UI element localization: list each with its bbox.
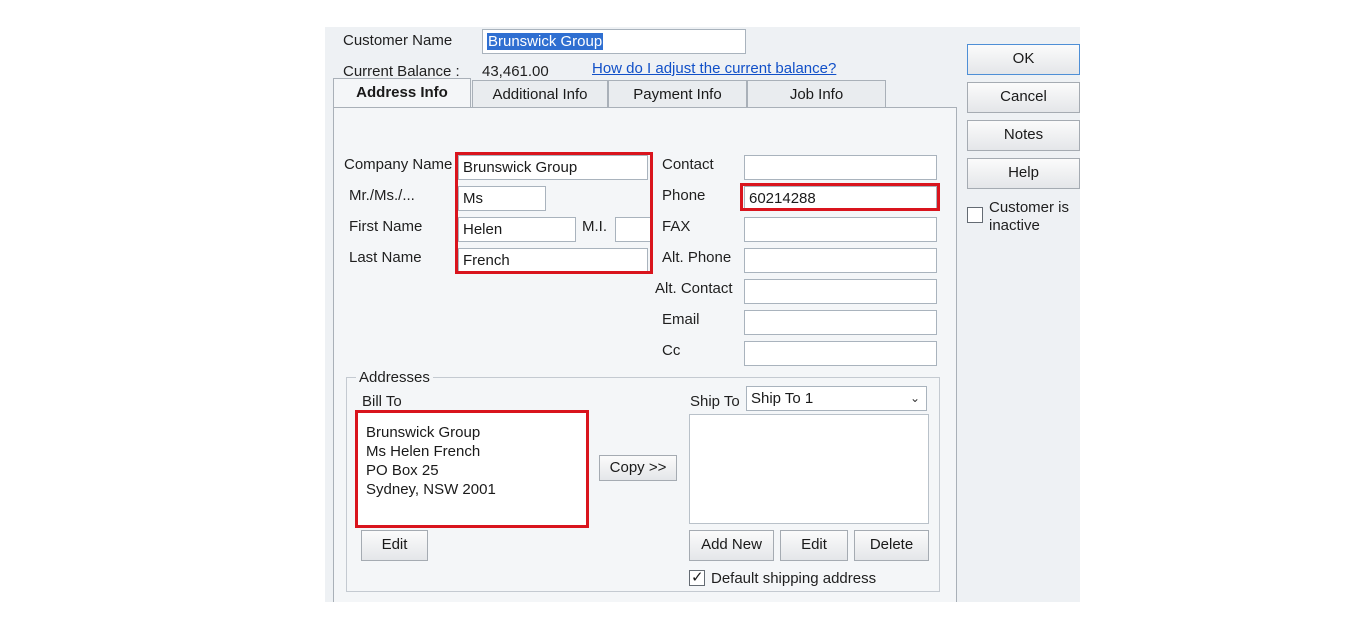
bill-to-label: Bill To — [362, 393, 402, 410]
customer-name-value: Brunswick Group — [487, 33, 604, 50]
alt-contact-label: Alt. Contact — [655, 280, 733, 297]
ship-to-label: Ship To — [690, 393, 740, 410]
customer-inactive-checkbox[interactable] — [967, 207, 983, 223]
email-label: Email — [662, 311, 700, 328]
bill-to-highlight-box — [355, 410, 589, 528]
help-button[interactable]: Help — [967, 158, 1080, 189]
customer-inactive-line2: inactive — [989, 217, 1040, 234]
addresses-group-label: Addresses — [356, 369, 433, 386]
notes-button[interactable]: Notes — [967, 120, 1080, 151]
tab-label: Payment Info — [633, 86, 722, 103]
default-shipping-checkbox[interactable]: ✓ — [689, 569, 705, 586]
cancel-button[interactable]: Cancel — [967, 82, 1080, 113]
phone-highlight-box — [740, 183, 940, 211]
phone-label: Phone — [662, 187, 706, 204]
company-name-label: Company Name — [344, 156, 453, 173]
mr-ms-label: Mr./Ms./... — [349, 187, 415, 204]
checkmark-icon: ✓ — [691, 569, 704, 586]
chevron-down-icon[interactable]: ⌄ — [904, 387, 926, 410]
copy-address-button[interactable]: Copy >> — [599, 455, 677, 481]
fax-input[interactable] — [744, 217, 937, 242]
alt-phone-label: Alt. Phone — [662, 249, 732, 266]
ok-button[interactable]: OK — [967, 44, 1080, 75]
ship-to-delete-button[interactable]: Delete — [854, 530, 929, 561]
alt-phone-input[interactable] — [744, 248, 937, 273]
customer-inactive-label: Customer is inactive — [989, 199, 1069, 235]
customer-name-label: Customer Name — [343, 32, 453, 49]
alt-contact-input[interactable] — [744, 279, 937, 304]
tab-address-info[interactable]: Address Info — [333, 78, 471, 108]
customer-name-input[interactable]: Brunswick Group — [482, 29, 746, 54]
ship-to-address-box[interactable] — [689, 414, 929, 524]
contact-label: Contact — [662, 156, 714, 173]
tab-job-info[interactable]: Job Info — [747, 80, 886, 108]
tab-additional-info[interactable]: Additional Info — [472, 80, 608, 108]
ship-to-select[interactable]: Ship To 1 ⌄ — [746, 386, 927, 411]
bill-to-edit-button[interactable]: Edit — [361, 530, 428, 561]
default-shipping-label: Default shipping address — [711, 570, 877, 587]
cc-label: Cc — [662, 342, 681, 359]
add-new-ship-button[interactable]: Add New — [689, 530, 774, 561]
first-name-label: First Name — [349, 218, 423, 235]
tab-payment-info[interactable]: Payment Info — [608, 80, 747, 108]
tab-label: Address Info — [356, 84, 448, 101]
tab-label: Job Info — [789, 86, 844, 103]
tab-label: Additional Info — [492, 86, 588, 103]
fax-label: FAX — [662, 218, 691, 235]
last-name-label: Last Name — [349, 249, 422, 266]
customer-inactive-line1: Customer is — [989, 199, 1070, 216]
current-balance-value: 43,461.00 — [482, 63, 549, 80]
ship-to-edit-button[interactable]: Edit — [780, 530, 848, 561]
contact-input[interactable] — [744, 155, 937, 180]
cc-input[interactable] — [744, 341, 937, 366]
name-highlight-box — [455, 152, 653, 274]
ship-to-selected-value: Ship To 1 — [751, 390, 814, 407]
adjust-balance-link[interactable]: How do I adjust the current balance? — [592, 60, 836, 77]
email-input[interactable] — [744, 310, 937, 335]
